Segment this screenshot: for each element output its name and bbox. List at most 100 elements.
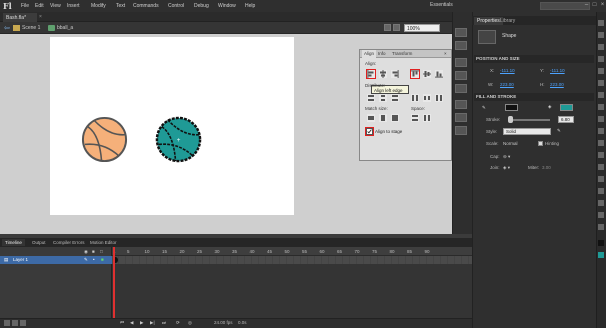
outline-icon[interactable]: □ bbox=[100, 249, 103, 254]
delete-layer-icon[interactable] bbox=[20, 320, 26, 326]
align-left-edge-button[interactable] bbox=[366, 69, 376, 79]
document-tab[interactable]: Bash.fla* bbox=[3, 13, 37, 22]
menu-control[interactable]: Control bbox=[168, 3, 184, 9]
menu-file[interactable]: File bbox=[21, 3, 29, 9]
w-value[interactable]: 223.00 bbox=[500, 82, 514, 87]
edit-symbol-icon[interactable] bbox=[393, 24, 400, 31]
stroke-slider-track[interactable] bbox=[508, 119, 550, 121]
scene-breadcrumb[interactable]: Scene 1 bbox=[22, 25, 40, 31]
line-tool-icon[interactable] bbox=[598, 104, 604, 110]
new-layer-icon[interactable] bbox=[4, 320, 10, 326]
text-tool-icon[interactable] bbox=[598, 92, 604, 98]
tab-timeline[interactable]: Timeline bbox=[2, 239, 25, 246]
align-horizontal-center-button[interactable] bbox=[379, 70, 387, 78]
onion-skin-icon[interactable]: ◎ bbox=[188, 320, 192, 326]
menu-modify[interactable]: Modify bbox=[91, 3, 106, 9]
minimize-icon[interactable]: – bbox=[583, 2, 590, 9]
stroke-color-tool-icon[interactable] bbox=[598, 240, 604, 246]
transform-panel-icon[interactable] bbox=[455, 84, 467, 93]
color-panel-icon[interactable] bbox=[455, 41, 467, 50]
align-vertical-center-button[interactable] bbox=[423, 70, 431, 78]
tab-close-icon[interactable]: × bbox=[39, 14, 42, 20]
edit-stroke-style-icon[interactable]: ✎ bbox=[557, 128, 561, 134]
zoom-tool-icon[interactable] bbox=[598, 224, 604, 230]
menu-edit[interactable]: Edit bbox=[35, 3, 44, 9]
paint-bucket-tool-icon[interactable] bbox=[598, 176, 604, 182]
tab-transform[interactable]: Transform bbox=[392, 51, 412, 56]
cap-dropdown[interactable]: ⊖ ▾ bbox=[503, 154, 510, 160]
stroke-style-dropdown[interactable]: Solid bbox=[503, 128, 551, 135]
pencil-tool-icon[interactable] bbox=[598, 128, 604, 134]
space-vertical-button[interactable] bbox=[411, 114, 419, 122]
frame-rate[interactable]: 24.00 fps bbox=[214, 320, 233, 325]
align-to-stage-checkbox[interactable] bbox=[365, 127, 374, 136]
step-back-icon[interactable]: ◀ bbox=[130, 320, 133, 326]
layer-outline-square[interactable]: ■ bbox=[101, 257, 104, 262]
swatches-panel-icon[interactable] bbox=[455, 28, 467, 37]
space-horizontal-button[interactable] bbox=[423, 114, 431, 122]
distribute-vcenter-button[interactable] bbox=[379, 94, 387, 102]
lock-icon[interactable]: ■ bbox=[92, 249, 95, 254]
edit-scene-icon[interactable] bbox=[384, 24, 391, 31]
playhead[interactable] bbox=[113, 247, 115, 328]
menu-text[interactable]: Text bbox=[116, 3, 125, 9]
free-transform-tool-icon[interactable] bbox=[598, 44, 604, 50]
h-value[interactable]: 223.00 bbox=[550, 82, 564, 87]
layer-name[interactable]: Layer 1 bbox=[13, 257, 28, 262]
position-size-header[interactable]: POSITION AND SIZE bbox=[474, 55, 594, 63]
tab-motion-editor[interactable]: Motion Editor bbox=[87, 239, 120, 246]
distribute-right-button[interactable] bbox=[435, 94, 443, 102]
menu-debug[interactable]: Debug bbox=[194, 3, 209, 9]
menu-commands[interactable]: Commands bbox=[133, 3, 159, 9]
tab-align[interactable]: Align bbox=[362, 50, 377, 58]
tab-output[interactable]: Output bbox=[29, 239, 49, 246]
3d-rotation-tool-icon[interactable] bbox=[598, 56, 604, 62]
panel-close-icon[interactable]: × bbox=[444, 51, 447, 56]
code-snippets-icon[interactable] bbox=[455, 100, 467, 109]
stroke-slider-thumb[interactable] bbox=[508, 116, 513, 123]
selection-tool-icon[interactable] bbox=[598, 20, 604, 26]
scale-dropdown[interactable]: Normal bbox=[503, 141, 518, 146]
y-value[interactable]: -111.10 bbox=[550, 68, 565, 73]
eyedropper-tool-icon[interactable] bbox=[598, 188, 604, 194]
info-panel-icon[interactable] bbox=[455, 71, 467, 80]
step-forward-icon[interactable]: ▶| bbox=[150, 320, 155, 326]
x-value[interactable]: -111.10 bbox=[500, 68, 515, 73]
match-width-height-button[interactable] bbox=[391, 114, 399, 122]
go-to-first-frame-icon[interactable]: ⏮ bbox=[120, 320, 124, 325]
rectangle-tool-icon[interactable] bbox=[598, 116, 604, 122]
back-arrow-icon[interactable]: ⇦ bbox=[4, 24, 10, 32]
tab-library[interactable]: Library bbox=[497, 17, 518, 25]
align-panel-icon[interactable] bbox=[455, 58, 467, 67]
menu-insert[interactable]: Insert bbox=[67, 3, 80, 9]
go-to-last-frame-icon[interactable]: ⏭ bbox=[162, 320, 166, 325]
zoom-dropdown[interactable]: 100% bbox=[404, 24, 440, 32]
bone-tool-icon[interactable] bbox=[598, 164, 604, 170]
distribute-left-button[interactable] bbox=[411, 94, 419, 102]
play-icon[interactable]: ▶ bbox=[140, 320, 143, 326]
align-top-edge-button[interactable] bbox=[410, 69, 420, 79]
workspace-switcher[interactable]: Essentials bbox=[430, 2, 478, 10]
tab-info[interactable]: Info bbox=[378, 51, 386, 56]
match-width-button[interactable] bbox=[367, 114, 375, 122]
fill-color-swatch[interactable] bbox=[560, 104, 573, 111]
lasso-tool-icon[interactable] bbox=[598, 68, 604, 74]
join-dropdown[interactable]: ◈ ▾ bbox=[503, 165, 510, 171]
orange-ball-shape[interactable] bbox=[80, 115, 129, 164]
subselection-tool-icon[interactable] bbox=[598, 32, 604, 38]
menu-view[interactable]: View bbox=[50, 3, 61, 9]
miter-value[interactable]: 3.00 bbox=[542, 165, 551, 170]
close-icon[interactable]: × bbox=[599, 2, 606, 9]
loop-icon[interactable]: ⟳ bbox=[176, 320, 180, 326]
menu-help[interactable]: Help bbox=[245, 3, 255, 9]
layer-visible-dot[interactable]: • bbox=[93, 257, 95, 262]
eye-icon[interactable]: ◉ bbox=[84, 249, 88, 255]
stroke-width-input[interactable]: 6.80 bbox=[558, 116, 574, 123]
brush-tool-icon[interactable] bbox=[598, 140, 604, 146]
components-icon[interactable] bbox=[455, 113, 467, 122]
frame-track[interactable] bbox=[112, 256, 472, 264]
match-height-button[interactable] bbox=[379, 114, 387, 122]
tab-compiler-errors[interactable]: Compiler Errors bbox=[50, 239, 88, 246]
maximize-icon[interactable]: □ bbox=[591, 2, 598, 9]
new-folder-icon[interactable] bbox=[12, 320, 18, 326]
